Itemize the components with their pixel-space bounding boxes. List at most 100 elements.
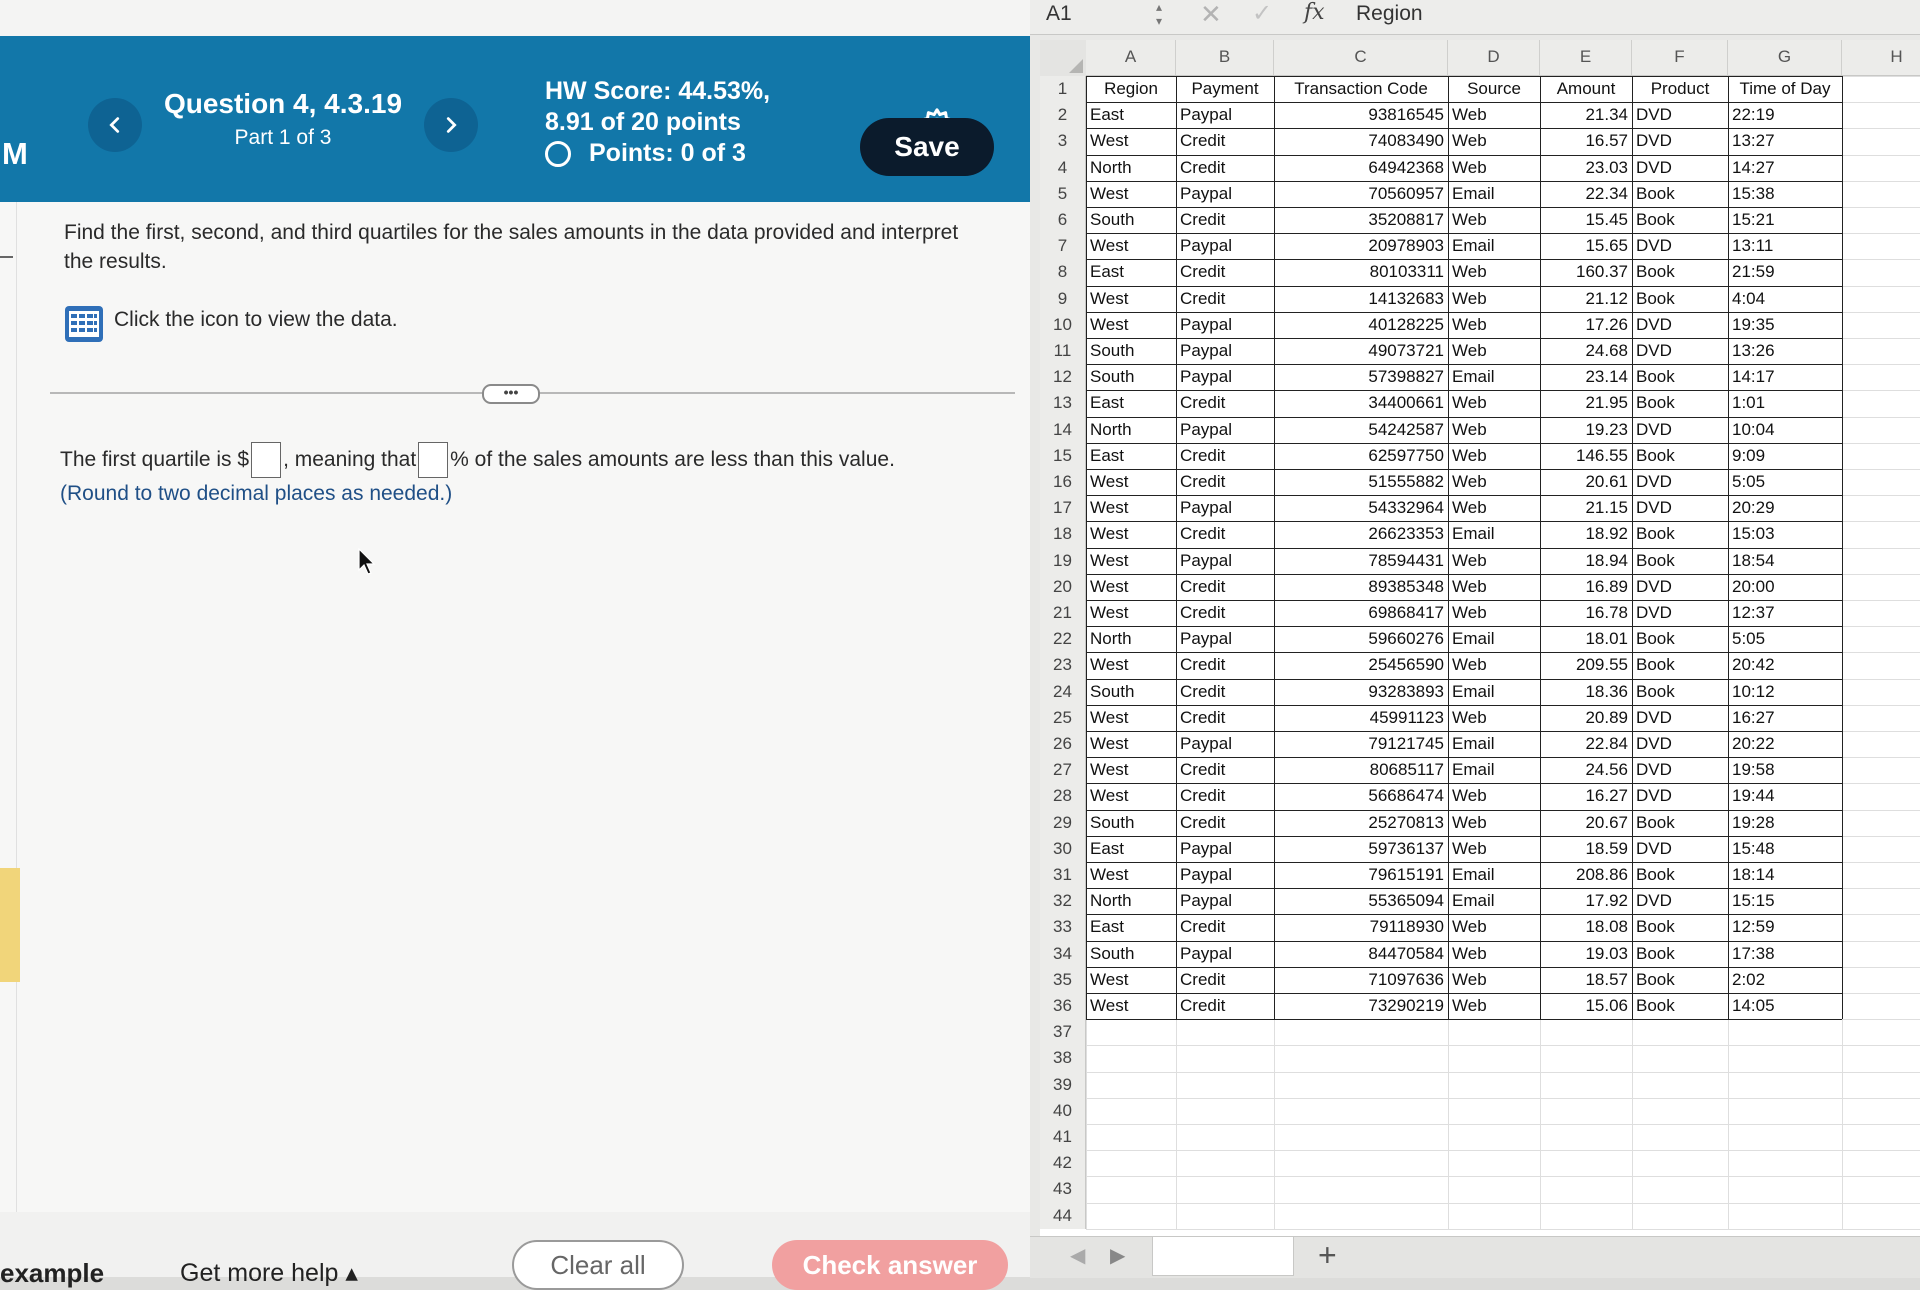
column-header[interactable]: H bbox=[1842, 40, 1920, 76]
data-cell[interactable]: Book bbox=[1632, 626, 1728, 652]
check-answer-button[interactable]: Check answer bbox=[772, 1240, 1008, 1290]
row-header[interactable]: 39 bbox=[1040, 1071, 1086, 1098]
data-cell[interactable]: North bbox=[1086, 417, 1176, 443]
data-cell[interactable]: Book bbox=[1632, 810, 1728, 836]
data-cell[interactable]: 20.61 bbox=[1540, 469, 1632, 495]
data-cell[interactable]: West bbox=[1086, 862, 1176, 888]
row-header[interactable]: 32 bbox=[1040, 888, 1086, 915]
data-cell[interactable]: Credit bbox=[1176, 914, 1274, 940]
data-cell[interactable]: South bbox=[1086, 810, 1176, 836]
data-cell[interactable]: Credit bbox=[1176, 757, 1274, 783]
data-cell[interactable]: DVD bbox=[1632, 417, 1728, 443]
data-cell[interactable]: 17:38 bbox=[1728, 941, 1842, 967]
data-cell[interactable]: 18.08 bbox=[1540, 914, 1632, 940]
data-cell[interactable]: 5:05 bbox=[1728, 469, 1842, 495]
data-cell[interactable]: 20:29 bbox=[1728, 495, 1842, 521]
data-cell[interactable]: Credit bbox=[1176, 600, 1274, 626]
data-cell[interactable]: 18.57 bbox=[1540, 967, 1632, 993]
save-button[interactable]: Save bbox=[860, 118, 994, 176]
data-cell[interactable]: West bbox=[1086, 286, 1176, 312]
column-header[interactable]: B bbox=[1176, 40, 1274, 76]
data-cell[interactable]: Credit bbox=[1176, 652, 1274, 678]
data-cell[interactable]: Paypal bbox=[1176, 312, 1274, 338]
name-box[interactable]: A1 bbox=[1046, 2, 1072, 26]
row-header[interactable]: 17 bbox=[1040, 495, 1086, 522]
data-cell[interactable]: Web bbox=[1448, 417, 1540, 443]
row-header[interactable]: 22 bbox=[1040, 626, 1086, 653]
data-cell[interactable]: Web bbox=[1448, 993, 1540, 1019]
data-cell[interactable]: 51555882 bbox=[1274, 469, 1448, 495]
data-cell[interactable]: Web bbox=[1448, 128, 1540, 154]
row-header[interactable]: 12 bbox=[1040, 364, 1086, 391]
data-cell[interactable]: West bbox=[1086, 521, 1176, 547]
data-cell[interactable]: Email bbox=[1448, 364, 1540, 390]
row-header[interactable]: 18 bbox=[1040, 521, 1086, 548]
data-cell[interactable]: Credit bbox=[1176, 469, 1274, 495]
data-cell[interactable]: East bbox=[1086, 914, 1176, 940]
data-cell[interactable]: Web bbox=[1448, 967, 1540, 993]
data-cell[interactable]: 17.92 bbox=[1540, 888, 1632, 914]
data-cell[interactable]: Web bbox=[1448, 469, 1540, 495]
data-cell[interactable]: DVD bbox=[1632, 574, 1728, 600]
data-cell[interactable]: Paypal bbox=[1176, 731, 1274, 757]
data-cell[interactable]: 16.27 bbox=[1540, 783, 1632, 809]
formula-input[interactable]: Region bbox=[1356, 2, 1423, 26]
data-cell[interactable]: 15:21 bbox=[1728, 207, 1842, 233]
row-header[interactable]: 43 bbox=[1040, 1176, 1086, 1203]
data-cell[interactable]: DVD bbox=[1632, 783, 1728, 809]
data-cell[interactable]: Web bbox=[1448, 783, 1540, 809]
data-cell[interactable]: West bbox=[1086, 993, 1176, 1019]
data-cell[interactable]: 4:04 bbox=[1728, 286, 1842, 312]
data-cell[interactable]: Web bbox=[1448, 574, 1540, 600]
row-header[interactable]: 38 bbox=[1040, 1045, 1086, 1072]
data-cell[interactable]: 18.92 bbox=[1540, 521, 1632, 547]
data-cell[interactable]: 20.67 bbox=[1540, 810, 1632, 836]
row-header[interactable]: 11 bbox=[1040, 338, 1086, 365]
data-cell[interactable]: 71097636 bbox=[1274, 967, 1448, 993]
row-header[interactable]: 21 bbox=[1040, 600, 1086, 627]
row-header[interactable]: 1 bbox=[1040, 76, 1086, 103]
row-header[interactable]: 37 bbox=[1040, 1019, 1086, 1046]
data-cell[interactable]: 55365094 bbox=[1274, 888, 1448, 914]
data-cell[interactable]: 18:14 bbox=[1728, 862, 1842, 888]
data-cell[interactable]: 13:26 bbox=[1728, 338, 1842, 364]
data-cell[interactable]: 80685117 bbox=[1274, 757, 1448, 783]
data-cell[interactable]: Paypal bbox=[1176, 888, 1274, 914]
data-cell[interactable]: Book bbox=[1632, 364, 1728, 390]
tab-scroll-left-icon[interactable]: ◀ bbox=[1070, 1243, 1085, 1268]
data-cell[interactable]: Book bbox=[1632, 390, 1728, 416]
data-cell[interactable]: 10:04 bbox=[1728, 417, 1842, 443]
data-cell[interactable]: Paypal bbox=[1176, 364, 1274, 390]
data-cell[interactable]: 15:38 bbox=[1728, 181, 1842, 207]
clear-all-button[interactable]: Clear all bbox=[512, 1240, 684, 1290]
data-cell[interactable]: East bbox=[1086, 443, 1176, 469]
data-cell[interactable]: 9:09 bbox=[1728, 443, 1842, 469]
header-cell[interactable]: Transaction Code bbox=[1274, 76, 1448, 102]
row-header[interactable]: 35 bbox=[1040, 966, 1086, 993]
data-cell[interactable]: DVD bbox=[1632, 102, 1728, 128]
data-cell[interactable]: 23.03 bbox=[1540, 155, 1632, 181]
data-cell[interactable]: 19:28 bbox=[1728, 810, 1842, 836]
data-cell[interactable]: Book bbox=[1632, 914, 1728, 940]
data-cell[interactable]: DVD bbox=[1632, 233, 1728, 259]
row-header[interactable]: 19 bbox=[1040, 547, 1086, 574]
data-cell[interactable]: East bbox=[1086, 102, 1176, 128]
data-cell[interactable]: Book bbox=[1632, 862, 1728, 888]
data-cell[interactable]: Email bbox=[1448, 626, 1540, 652]
data-cell[interactable]: 24.56 bbox=[1540, 757, 1632, 783]
data-cell[interactable]: Credit bbox=[1176, 443, 1274, 469]
data-cell[interactable]: 1:01 bbox=[1728, 390, 1842, 416]
tab-scroll-right-icon[interactable]: ▶ bbox=[1110, 1243, 1125, 1268]
data-cell[interactable]: Web bbox=[1448, 390, 1540, 416]
data-cell[interactable]: 25270813 bbox=[1274, 810, 1448, 836]
data-cell[interactable]: 19:35 bbox=[1728, 312, 1842, 338]
column-header[interactable]: D bbox=[1448, 40, 1540, 76]
data-cell[interactable]: Paypal bbox=[1176, 102, 1274, 128]
row-header[interactable]: 7 bbox=[1040, 233, 1086, 260]
data-cell[interactable]: Email bbox=[1448, 521, 1540, 547]
data-cell[interactable]: 73290219 bbox=[1274, 993, 1448, 1019]
data-cell[interactable]: 18.36 bbox=[1540, 679, 1632, 705]
data-cell[interactable]: West bbox=[1086, 233, 1176, 259]
data-cell[interactable]: 15:48 bbox=[1728, 836, 1842, 862]
data-cell[interactable]: 19:44 bbox=[1728, 783, 1842, 809]
